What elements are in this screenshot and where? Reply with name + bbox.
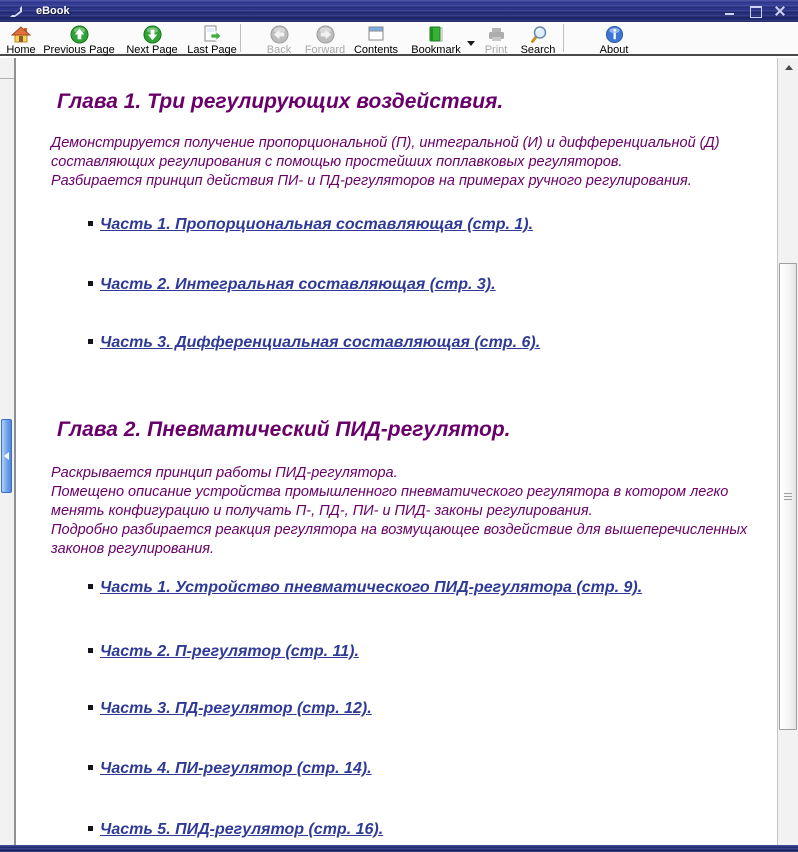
bullet-icon bbox=[88, 648, 93, 653]
previous-page-icon bbox=[70, 25, 89, 43]
bookmark-label: Bookmark bbox=[411, 44, 461, 56]
home-icon bbox=[11, 25, 31, 43]
last-page-button[interactable]: Last Page bbox=[186, 22, 238, 54]
maximize-icon[interactable] bbox=[749, 6, 761, 16]
app-icon[interactable] bbox=[9, 5, 24, 18]
bookmark-dropdown-icon[interactable] bbox=[465, 22, 477, 54]
toc-item: Часть 3. Дифференциальная составляющая (… bbox=[88, 334, 540, 352]
forward-button: Forward bbox=[303, 22, 347, 54]
ebook-window: eBook Home bbox=[0, 0, 798, 852]
search-button[interactable]: Search bbox=[515, 22, 561, 54]
bookmark-icon bbox=[427, 25, 445, 43]
previous-page-button[interactable]: Previous Page bbox=[42, 22, 116, 54]
next-page-icon bbox=[143, 25, 162, 43]
scrollbar-thumb[interactable] bbox=[779, 263, 797, 730]
description-line: Подробно разбирается реакция регулятора … bbox=[51, 521, 751, 559]
forward-label: Forward bbox=[305, 44, 345, 56]
search-icon bbox=[529, 25, 548, 43]
search-label: Search bbox=[521, 44, 556, 56]
forward-icon bbox=[316, 25, 335, 43]
toc-link-ch2-part1[interactable]: Часть 1. Устройство пневматического ПИД-… bbox=[100, 579, 642, 597]
bullet-icon bbox=[88, 765, 93, 770]
contents-button[interactable]: Contents bbox=[351, 22, 401, 54]
bookmark-button[interactable]: Bookmark bbox=[407, 22, 465, 54]
close-icon[interactable] bbox=[774, 6, 786, 16]
chapter-2-heading: Глава 2. Пневматический ПИД-регулятор. bbox=[57, 418, 511, 442]
gutter-divider bbox=[0, 78, 14, 79]
back-label: Back bbox=[267, 44, 291, 56]
back-button: Back bbox=[261, 22, 297, 54]
next-page-label: Next Page bbox=[126, 44, 177, 56]
toc-link-ch2-part5[interactable]: Часть 5. ПИД-регулятор (стр. 16). bbox=[100, 821, 383, 839]
toc-link-ch2-part4[interactable]: Часть 4. ПИ-регулятор (стр. 14). bbox=[100, 760, 372, 778]
toc-item: Часть 1. Пропорциональная составляющая (… bbox=[88, 216, 533, 234]
toc-link-ch1-part3[interactable]: Часть 3. Дифференциальная составляющая (… bbox=[100, 334, 540, 352]
back-icon bbox=[270, 25, 289, 43]
splitter-arrow-icon bbox=[4, 452, 9, 460]
left-gutter bbox=[0, 58, 16, 845]
print-label: Print bbox=[485, 44, 508, 56]
toc-item: Часть 3. ПД-регулятор (стр. 12). bbox=[88, 700, 372, 718]
previous-page-label: Previous Page bbox=[43, 44, 115, 56]
print-button: Print bbox=[477, 22, 515, 54]
bullet-icon bbox=[88, 705, 93, 710]
titlebar[interactable]: eBook bbox=[0, 0, 798, 22]
toc-link-ch2-part2[interactable]: Часть 2. П-регулятор (стр. 11). bbox=[100, 643, 359, 661]
last-page-label: Last Page bbox=[187, 44, 237, 56]
contents-icon bbox=[366, 25, 386, 43]
bullet-icon bbox=[88, 339, 93, 344]
chapter-1-description: Демонстрируется получение пропорциональн… bbox=[51, 134, 751, 191]
scrollbar-up-icon[interactable] bbox=[782, 62, 795, 72]
about-label: About bbox=[600, 44, 629, 56]
window-title: eBook bbox=[36, 5, 724, 17]
bullet-icon bbox=[88, 584, 93, 589]
bullet-icon bbox=[88, 826, 93, 831]
toc-link-ch1-part2[interactable]: Часть 2. Интегральная составляющая (стр.… bbox=[100, 276, 496, 294]
toolbar-separator bbox=[563, 24, 564, 52]
print-icon bbox=[487, 25, 506, 43]
description-line: Помещено описание устройства промышленно… bbox=[51, 483, 751, 521]
toc-item: Часть 2. П-регулятор (стр. 11). bbox=[88, 643, 359, 661]
description-line: Разбирается принцип действия ПИ- и ПД-ре… bbox=[51, 172, 751, 191]
bullet-icon bbox=[88, 221, 93, 226]
bottom-window-frame bbox=[0, 845, 798, 852]
home-label: Home bbox=[6, 44, 35, 56]
sidebar-splitter-handle[interactable] bbox=[1, 419, 12, 493]
toc-link-ch2-part3[interactable]: Часть 3. ПД-регулятор (стр. 12). bbox=[100, 700, 372, 718]
toc-link-ch1-part1[interactable]: Часть 1. Пропорциональная составляющая (… bbox=[100, 216, 533, 234]
description-line: Раскрывается принцип работы ПИД-регулято… bbox=[51, 464, 751, 483]
scrollbar-grip bbox=[784, 493, 792, 501]
toc-item: Часть 2. Интегральная составляющая (стр.… bbox=[88, 276, 496, 294]
chapter-1-heading: Глава 1. Три регулирующих воздействия. bbox=[57, 90, 503, 114]
document-content: Глава 1. Три регулирующих воздействия. Д… bbox=[16, 58, 777, 845]
about-icon bbox=[605, 25, 624, 43]
next-page-button[interactable]: Next Page bbox=[124, 22, 180, 54]
about-button[interactable]: About bbox=[590, 22, 638, 54]
toolbar: Home Previous Page Next Page bbox=[0, 22, 798, 56]
chapter-2-description: Раскрывается принцип работы ПИД-регулято… bbox=[51, 464, 751, 559]
home-button[interactable]: Home bbox=[2, 22, 40, 54]
toc-item: Часть 4. ПИ-регулятор (стр. 14). bbox=[88, 760, 372, 778]
bullet-icon bbox=[88, 281, 93, 286]
contents-label: Contents bbox=[354, 44, 398, 56]
main-area: Глава 1. Три регулирующих воздействия. Д… bbox=[0, 58, 798, 845]
toc-item: Часть 5. ПИД-регулятор (стр. 16). bbox=[88, 821, 383, 839]
last-page-icon bbox=[202, 25, 222, 43]
toolbar-separator bbox=[240, 24, 241, 52]
minimize-icon[interactable] bbox=[724, 6, 736, 16]
toc-item: Часть 1. Устройство пневматического ПИД-… bbox=[88, 579, 642, 597]
vertical-scrollbar[interactable] bbox=[777, 58, 798, 845]
description-line: Демонстрируется получение пропорциональн… bbox=[51, 134, 751, 172]
